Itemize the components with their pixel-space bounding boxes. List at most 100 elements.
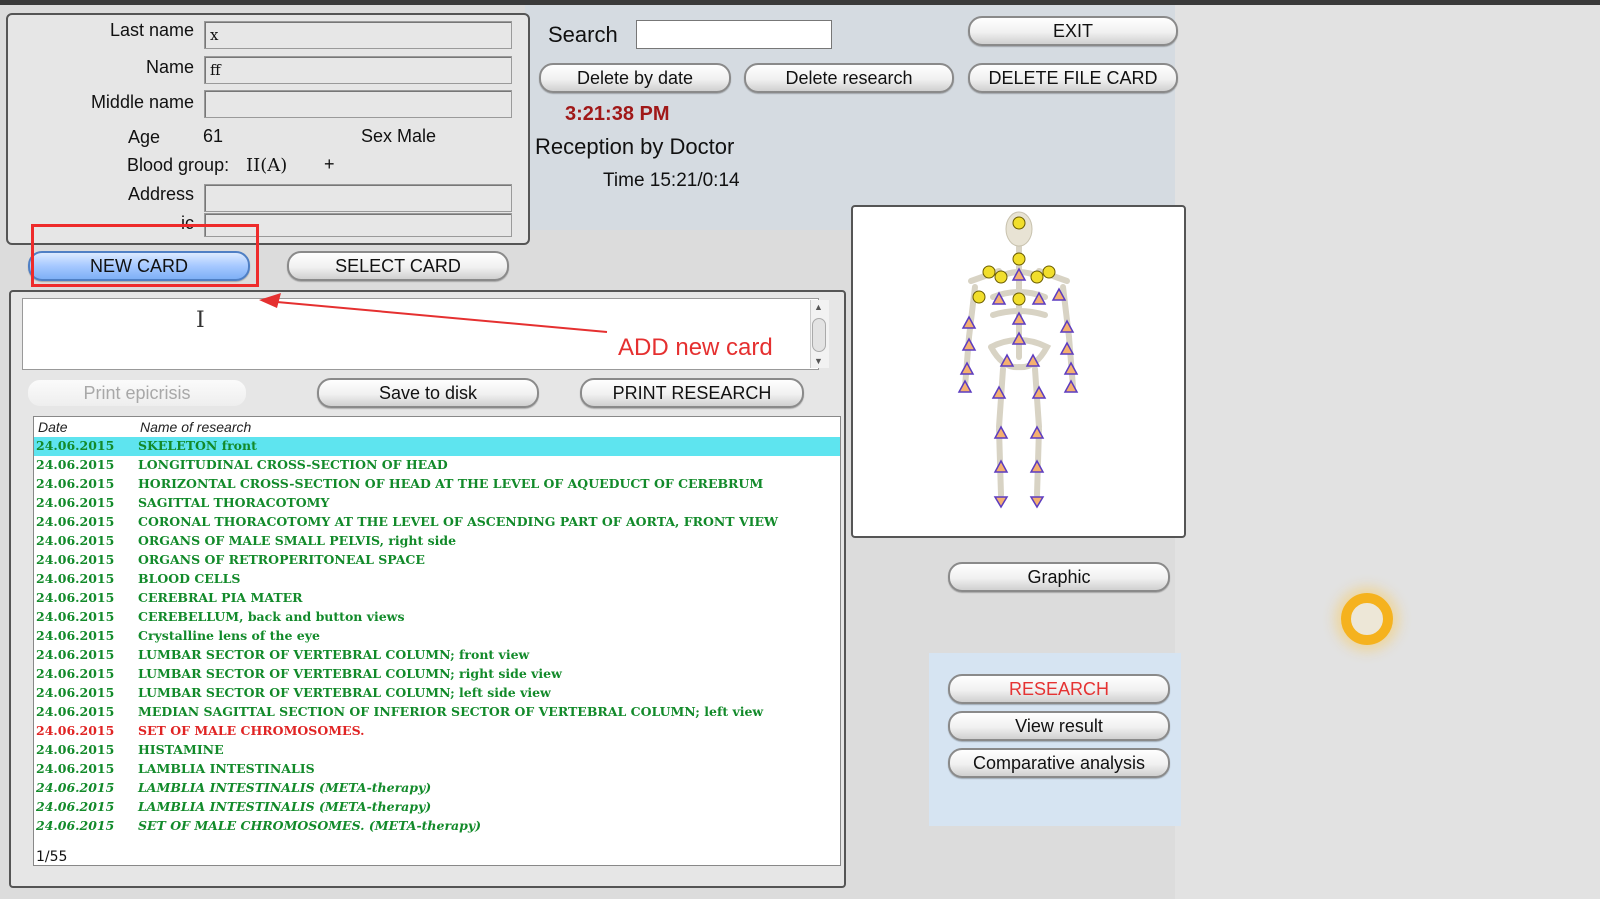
- last-name-field[interactable]: x: [204, 21, 512, 49]
- print-research-button[interactable]: PRINT RESEARCH: [580, 378, 804, 408]
- row-date: 24.06.2015: [36, 818, 115, 833]
- row-date: 24.06.2015: [36, 590, 115, 605]
- row-research-name: MEDIAN SAGITTAL SECTION OF INFERIOR SECT…: [138, 704, 764, 719]
- row-date: 24.06.2015: [36, 438, 115, 453]
- middle-name-field[interactable]: [204, 90, 512, 118]
- search-label: Search: [548, 22, 618, 47]
- table-row[interactable]: 24.06.2015 Crystalline lens of the eye: [34, 627, 840, 646]
- row-research-name: Crystalline lens of the eye: [138, 628, 320, 643]
- annotation-text: ADD new card: [618, 334, 773, 361]
- row-date: 24.06.2015: [36, 780, 115, 795]
- view-result-button[interactable]: View result: [948, 711, 1170, 741]
- text-cursor-icon: I: [196, 308, 205, 333]
- print-epicrisis-button[interactable]: Print epicrisis: [26, 378, 248, 408]
- save-to-disk-button[interactable]: Save to disk: [317, 378, 539, 408]
- scroll-up-icon[interactable]: ▲: [814, 302, 823, 312]
- blood-group-label: Blood group:: [127, 155, 230, 175]
- row-research-name: LUMBAR SECTOR OF VERTEBRAL COLUMN; front…: [138, 647, 530, 662]
- row-date: 24.06.2015: [36, 457, 115, 472]
- table-row[interactable]: 24.06.2015 LUMBAR SECTOR OF VERTEBRAL COL…: [34, 684, 840, 703]
- row-research-name: LAMBLIA INTESTINALIS: [138, 761, 315, 776]
- row-date: 24.06.2015: [36, 609, 115, 624]
- row-research-name: SAGITTAL THORACOTOMY: [138, 495, 330, 510]
- table-row[interactable]: 24.06.2015 SET OF MALE CHROMOSOMES. (META…: [34, 817, 840, 836]
- skeleton-figure-icon: [957, 211, 1079, 509]
- row-date: 24.06.2015: [36, 476, 115, 491]
- row-research-name: SET OF MALE CHROMOSOMES. (META-therapy): [138, 818, 482, 833]
- delete-file-card-button[interactable]: DELETE FILE CARD: [968, 63, 1178, 93]
- reception-label: Reception by Doctor: [535, 134, 735, 159]
- graphic-button[interactable]: Graphic: [948, 562, 1170, 592]
- scroll-down-icon[interactable]: ▼: [814, 356, 823, 366]
- table-row[interactable]: 24.06.2015 LUMBAR SECTOR OF VERTEBRAL COL…: [34, 646, 840, 665]
- row-date: 24.06.2015: [36, 799, 115, 814]
- row-date: 24.06.2015: [36, 685, 115, 700]
- row-research-name: CEREBELLUM, back and button views: [138, 609, 405, 624]
- row-date: 24.06.2015: [36, 552, 115, 567]
- table-row[interactable]: 24.06.2015 LAMBLIA INTESTINALIS (META-the…: [34, 798, 840, 817]
- row-date: 24.06.2015: [36, 628, 115, 643]
- row-date: 24.06.2015: [36, 514, 115, 529]
- row-date: 24.06.2015: [36, 495, 115, 510]
- research-list[interactable]: Date Name of research 24.06.2015 SKELETON…: [33, 416, 841, 866]
- delete-research-button[interactable]: Delete research: [744, 63, 954, 93]
- row-research-name: LONGITUDINAL CROSS-SECTION OF HEAD: [138, 457, 448, 472]
- row-research-name: SKELETON front: [138, 438, 257, 453]
- row-date: 24.06.2015: [36, 742, 115, 757]
- table-row[interactable]: 24.06.2015 HORIZONTAL CROSS-SECTION OF HE…: [34, 475, 840, 494]
- row-research-name: CEREBRAL PIA MATER: [138, 590, 303, 605]
- comparative-analysis-button[interactable]: Comparative analysis: [948, 748, 1170, 778]
- notes-scroll-thumb[interactable]: [812, 318, 826, 352]
- address-label: Address: [127, 184, 194, 204]
- row-date: 24.06.2015: [36, 761, 115, 776]
- mouse-cursor-highlight-icon: [1341, 593, 1393, 645]
- empty-workspace: [1175, 5, 1600, 899]
- middle-name-label: Middle name: [90, 92, 194, 112]
- annotation-arrow-icon: [259, 293, 608, 333]
- table-row[interactable]: 24.06.2015 ORGANS OF MALE SMALL PELVIS, r…: [34, 532, 840, 551]
- table-row[interactable]: 24.06.2015 LONGITUDINAL CROSS-SECTION OF …: [34, 456, 840, 475]
- column-header-name: Name of research: [140, 419, 252, 435]
- session-time: Time 15:21/0:14: [603, 170, 740, 191]
- row-date: 24.06.2015: [36, 571, 115, 586]
- row-research-name: LAMBLIA INTESTINALIS (META-therapy): [138, 780, 432, 795]
- table-row[interactable]: 24.06.2015 SET OF MALE CHROMOSOMES.: [34, 722, 840, 741]
- age-value: 61: [203, 126, 224, 146]
- table-row[interactable]: 24.06.2015 HISTAMINE: [34, 741, 840, 760]
- row-research-name: BLOOD CELLS: [138, 571, 241, 586]
- table-row[interactable]: 24.06.2015 SKELETON front: [34, 437, 840, 456]
- table-row[interactable]: 24.06.2015 CORONAL THORACOTOMY AT THE LEV…: [34, 513, 840, 532]
- name-field[interactable]: ff: [204, 56, 512, 84]
- row-research-name: HORIZONTAL CROSS-SECTION OF HEAD AT THE …: [138, 476, 764, 491]
- age-label: Age: [128, 127, 161, 147]
- table-row[interactable]: 24.06.2015 SAGITTAL THORACOTOMY: [34, 494, 840, 513]
- table-row[interactable]: 24.06.2015 CEREBRAL PIA MATER: [34, 589, 840, 608]
- table-row[interactable]: 24.06.2015 LUMBAR SECTOR OF VERTEBRAL COL…: [34, 665, 840, 684]
- blood-group-value: II(A): [246, 155, 288, 176]
- list-counter: 1/55: [36, 849, 68, 865]
- row-date: 24.06.2015: [36, 533, 115, 548]
- table-row[interactable]: 24.06.2015 LAMBLIA INTESTINALIS (META-the…: [34, 779, 840, 798]
- row-research-name: LAMBLIA INTESTINALIS (META-therapy): [138, 799, 432, 814]
- skeleton-diagram-frame[interactable]: [851, 205, 1186, 538]
- table-row[interactable]: 24.06.2015 LAMBLIA INTESTINALIS: [34, 760, 840, 779]
- row-research-name: LUMBAR SECTOR OF VERTEBRAL COLUMN; right…: [138, 666, 562, 681]
- address-field[interactable]: [204, 184, 512, 212]
- delete-by-date-button[interactable]: Delete by date: [539, 63, 731, 93]
- row-research-name: ORGANS OF MALE SMALL PELVIS, right side: [138, 533, 457, 548]
- search-input[interactable]: [636, 20, 832, 49]
- table-row[interactable]: 24.06.2015 BLOOD CELLS: [34, 570, 840, 589]
- select-card-button[interactable]: SELECT CARD: [287, 251, 509, 281]
- research-button[interactable]: RESEARCH: [948, 674, 1170, 704]
- row-date: 24.06.2015: [36, 666, 115, 681]
- row-date: 24.06.2015: [36, 647, 115, 662]
- table-row[interactable]: 24.06.2015 ORGANS OF RETROPERITONEAL SPAC…: [34, 551, 840, 570]
- column-header-date: Date: [38, 419, 68, 435]
- row-research-name: CORONAL THORACOTOMY AT THE LEVEL OF ASCE…: [138, 514, 779, 529]
- table-row[interactable]: 24.06.2015 MEDIAN SAGITTAL SECTION OF INF…: [34, 703, 840, 722]
- table-row[interactable]: 24.06.2015 CEREBELLUM, back and button vi…: [34, 608, 840, 627]
- exit-button[interactable]: EXIT: [968, 16, 1178, 46]
- row-research-name: LUMBAR SECTOR OF VERTEBRAL COLUMN; left …: [138, 685, 551, 700]
- row-research-name: HISTAMINE: [138, 742, 224, 757]
- row-research-name: ORGANS OF RETROPERITONEAL SPACE: [138, 552, 425, 567]
